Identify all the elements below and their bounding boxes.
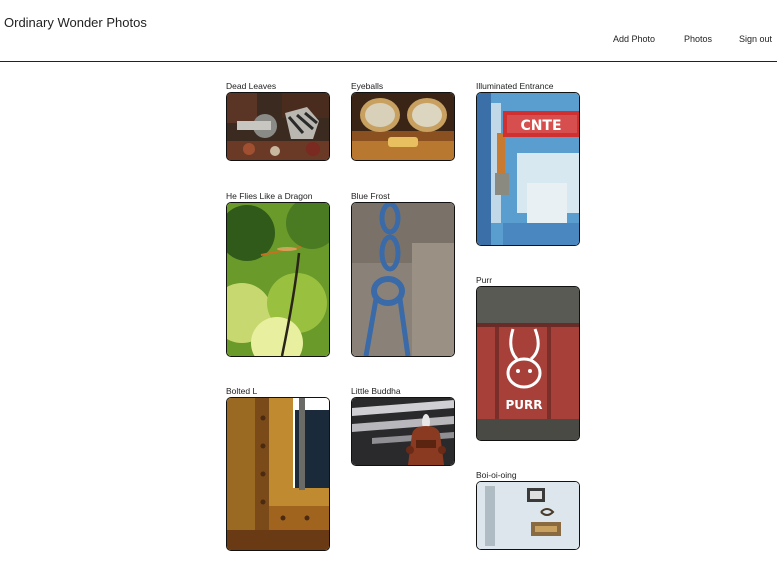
photo-thumbnail[interactable] <box>351 397 455 466</box>
photo-thumbnail[interactable] <box>476 481 580 550</box>
photo-card[interactable]: Illuminated Entrance CNTE <box>476 81 580 246</box>
photo-thumbnail[interactable] <box>351 202 455 357</box>
photo-title: Eyeballs <box>351 81 384 91</box>
photo-card[interactable]: Little Buddha <box>351 386 455 466</box>
photo-title: Boi-oi-oing <box>476 470 517 480</box>
photo-card[interactable]: Blue Frost <box>351 191 455 357</box>
photo-thumbnail[interactable]: CNTE <box>476 92 580 246</box>
graffiti-text: PURR <box>505 398 542 412</box>
photo-title: Dead Leaves <box>226 81 277 91</box>
site-title-link[interactable]: Ordinary Wonder Photos <box>4 15 147 30</box>
site-header: Ordinary Wonder Photos Add Photo Photos … <box>0 0 777 62</box>
photo-card[interactable]: Bolted L <box>226 386 330 551</box>
photo-card[interactable]: Dead Leaves <box>226 81 330 161</box>
photo-title: Purr <box>476 275 493 285</box>
nav-add-photo[interactable]: Add Photo <box>613 34 655 44</box>
photo-title: Little Buddha <box>351 386 401 396</box>
photo-title: Illuminated Entrance <box>476 81 554 91</box>
photo-card[interactable]: Eyeballs <box>351 81 455 161</box>
photo-card[interactable]: Purr PURR <box>476 275 580 441</box>
photo-title: He Flies Like a Dragon <box>226 191 313 201</box>
photo-thumbnail[interactable] <box>226 92 330 161</box>
photo-thumbnail[interactable] <box>226 202 330 357</box>
nav-sign-out[interactable]: Sign out <box>739 34 772 44</box>
photo-thumbnail[interactable] <box>226 397 330 551</box>
photo-thumbnail[interactable] <box>351 92 455 161</box>
nav-photos[interactable]: Photos <box>684 34 712 44</box>
photo-thumbnail[interactable]: PURR <box>476 286 580 441</box>
photo-title: Bolted L <box>226 386 258 396</box>
sign-text: CNTE <box>520 118 561 134</box>
photo-card[interactable]: Boi-oi-oing <box>476 470 580 550</box>
photo-card[interactable]: He Flies Like a Dragon <box>226 191 330 357</box>
photo-title: Blue Frost <box>351 191 390 201</box>
